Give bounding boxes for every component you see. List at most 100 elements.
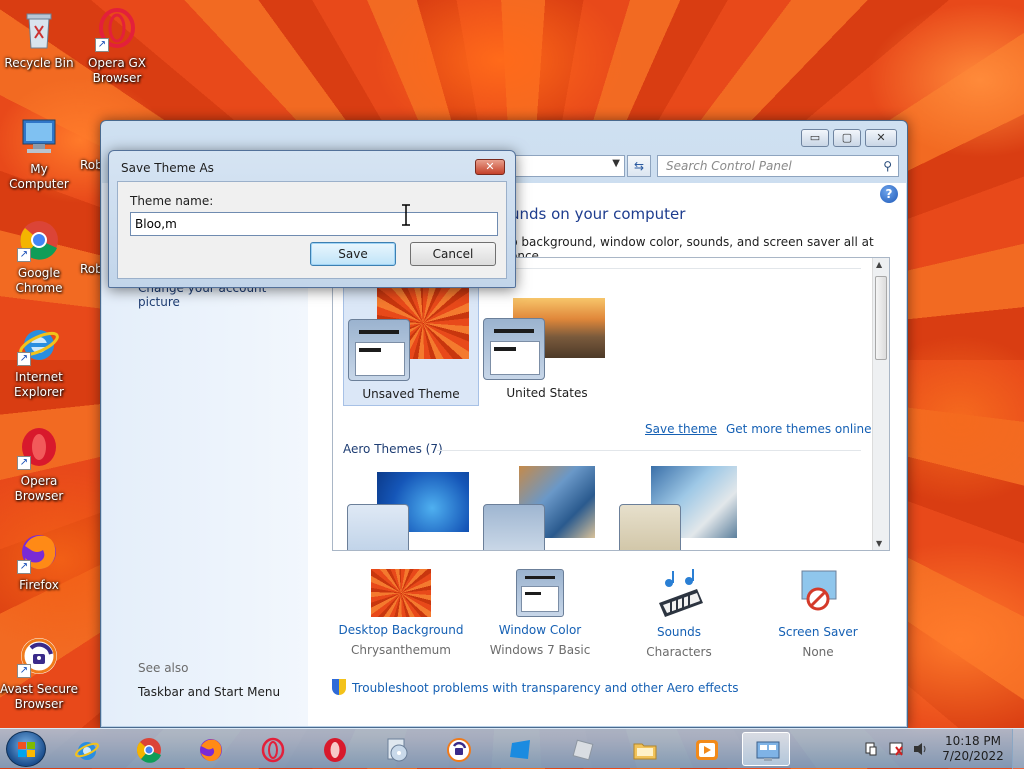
theme-name-label: Theme name:: [130, 194, 214, 208]
window-titlebar[interactable]: ▭ ▢ ✕: [101, 121, 907, 151]
theme-tile-windows-7[interactable]: [343, 464, 479, 550]
address-bar[interactable]: ▼: [513, 155, 625, 177]
shortcut-arrow-icon: ↗: [17, 664, 31, 678]
scroll-up-icon[interactable]: ▲: [876, 260, 882, 269]
tray-icons: [865, 742, 926, 756]
taskbar-roblox[interactable]: [558, 732, 606, 766]
desktop-icon-label: Avast Secure Browser: [0, 682, 78, 711]
taskbar-internet-explorer[interactable]: [62, 732, 110, 766]
refresh-button[interactable]: ⇆: [627, 155, 651, 177]
desktop-icon-label: Recycle Bin: [4, 56, 74, 70]
troubleshoot-label[interactable]: Troubleshoot problems with transparency …: [352, 681, 739, 695]
opera-gx-icon: ↗: [95, 8, 139, 52]
scrollbar-thumb[interactable]: [875, 276, 887, 360]
taskbar-chrome[interactable]: [124, 732, 172, 766]
scroll-down-icon[interactable]: ▼: [876, 539, 882, 548]
taskbar-media-player[interactable]: [682, 732, 730, 766]
blue-app-icon: [510, 740, 530, 759]
show-desktop-button[interactable]: [1012, 729, 1024, 769]
screen-saver-icon: [788, 569, 848, 619]
opera-icon: ↗: [17, 426, 61, 470]
firefox-icon: ↗: [17, 530, 61, 574]
shortcut-arrow-icon: ↗: [17, 560, 31, 574]
theme-name: United States: [506, 386, 588, 400]
taskbar-media-center[interactable]: [372, 732, 420, 766]
sounds-icon: [649, 569, 709, 619]
media-disc-icon: [387, 738, 408, 762]
start-button[interactable]: [6, 731, 46, 767]
window-color-swatch: [483, 318, 545, 380]
taskbar-opera-gx[interactable]: [248, 732, 296, 766]
screen-saver-label[interactable]: Screen Saver: [753, 625, 883, 639]
taskbar-avast-browser[interactable]: [434, 732, 482, 766]
desktop-icon-avast-secure-browser[interactable]: ↗ Avast Secure Browser: [0, 634, 78, 712]
desktop-icon-internet-explorer[interactable]: ↗ Internet Explorer: [0, 322, 78, 400]
get-more-themes-link[interactable]: Get more themes online: [726, 422, 872, 436]
system-clock[interactable]: 10:18 PM 7/20/2022: [938, 734, 1008, 764]
taskbar-opera[interactable]: [310, 732, 358, 766]
opera-icon: [324, 738, 346, 762]
window-color-swatch: [483, 504, 545, 550]
theme-tile-united-states[interactable]: United States: [479, 276, 615, 406]
desktop-icon-opera-gx[interactable]: ↗ Opera GX Browser: [78, 8, 156, 86]
dialog-title: Save Theme As: [121, 161, 214, 175]
themes-scrollbar[interactable]: ▲ ▼: [872, 258, 889, 550]
taskbar-file-explorer[interactable]: [620, 732, 668, 766]
system-tray: [864, 741, 928, 757]
maximize-button[interactable]: ▢: [833, 129, 861, 147]
theme-tile-nature[interactable]: [615, 464, 751, 550]
search-icon[interactable]: ⚲: [883, 156, 892, 176]
avast-browser-icon: ↗: [17, 634, 61, 678]
rob-icon: [62, 218, 63, 262]
windows-logo-icon: [18, 742, 36, 758]
dialog-close-button[interactable]: ✕: [475, 159, 505, 175]
theme-tile-architecture[interactable]: [479, 464, 615, 550]
taskbar-start-menu-link[interactable]: Taskbar and Start Menu: [138, 685, 280, 699]
window-color-icon: [516, 569, 564, 617]
screen-saver-item[interactable]: Screen Saver None: [753, 569, 883, 659]
taskbar-app-blue[interactable]: [496, 732, 544, 766]
sounds-label[interactable]: Sounds: [614, 625, 744, 639]
rob-icon: [62, 114, 63, 158]
refresh-icon: ⇆: [633, 159, 645, 173]
desktop-icon-recycle-bin[interactable]: Recycle Bin: [0, 8, 78, 71]
window-color-item[interactable]: Window Color Windows 7 Basic: [475, 569, 605, 657]
desktop-icon-label: Firefox: [19, 578, 59, 592]
save-theme-dialog: Save Theme As ✕ Theme name: Save Cancel: [108, 150, 516, 288]
desktop-icon-opera[interactable]: ↗ Opera Browser: [0, 426, 78, 504]
desktop-background-item[interactable]: Desktop Background Chrysanthemum: [336, 569, 466, 657]
desktop-icon-label: Rob: [80, 262, 102, 276]
minimize-button[interactable]: ▭: [801, 129, 829, 147]
desktop-icon-label: Opera GX Browser: [87, 56, 147, 85]
sounds-item[interactable]: Sounds Characters: [614, 569, 744, 659]
help-icon[interactable]: ?: [880, 185, 898, 203]
close-icon: ✕: [485, 160, 495, 173]
cancel-button[interactable]: Cancel: [410, 242, 496, 266]
taskbar-control-panel[interactable]: [742, 732, 790, 766]
theme-tile-unsaved[interactable]: Unsaved Theme: [343, 276, 479, 406]
uac-shield-icon: [332, 679, 346, 695]
save-theme-link[interactable]: Save theme: [645, 422, 717, 436]
taskbar: 10:18 PM 7/20/2022: [0, 728, 1024, 769]
taskbar-firefox[interactable]: [186, 732, 234, 766]
chevron-down-icon[interactable]: ▼: [612, 158, 620, 169]
minimize-icon: ▭: [809, 131, 821, 144]
save-button[interactable]: Save: [310, 242, 396, 266]
search-input[interactable]: Search Control Panel ⚲: [657, 155, 899, 177]
desktop-icon-rob-1[interactable]: Rob: [62, 114, 102, 173]
folder-icon: [633, 743, 657, 760]
chrome-icon: ↗: [17, 218, 61, 262]
roblox-icon: [572, 739, 594, 761]
close-button[interactable]: ✕: [865, 129, 897, 147]
desktop-background-label[interactable]: Desktop Background: [336, 623, 466, 637]
clock-time: 10:18 PM: [945, 734, 1001, 748]
shortcut-arrow-icon: ↗: [95, 38, 109, 52]
desktop-icon-firefox[interactable]: ↗ Firefox: [0, 530, 78, 593]
media-player-icon: [696, 740, 718, 760]
desktop-icon-rob-2[interactable]: Rob: [62, 218, 102, 277]
window-color-label[interactable]: Window Color: [475, 623, 605, 637]
theme-name-input[interactable]: [130, 212, 498, 236]
page-title: unds on your computer: [510, 205, 686, 223]
troubleshoot-aero-link[interactable]: Troubleshoot problems with transparency …: [332, 679, 739, 695]
themes-list[interactable]: Unsaved Theme United States Save theme G…: [332, 257, 890, 551]
